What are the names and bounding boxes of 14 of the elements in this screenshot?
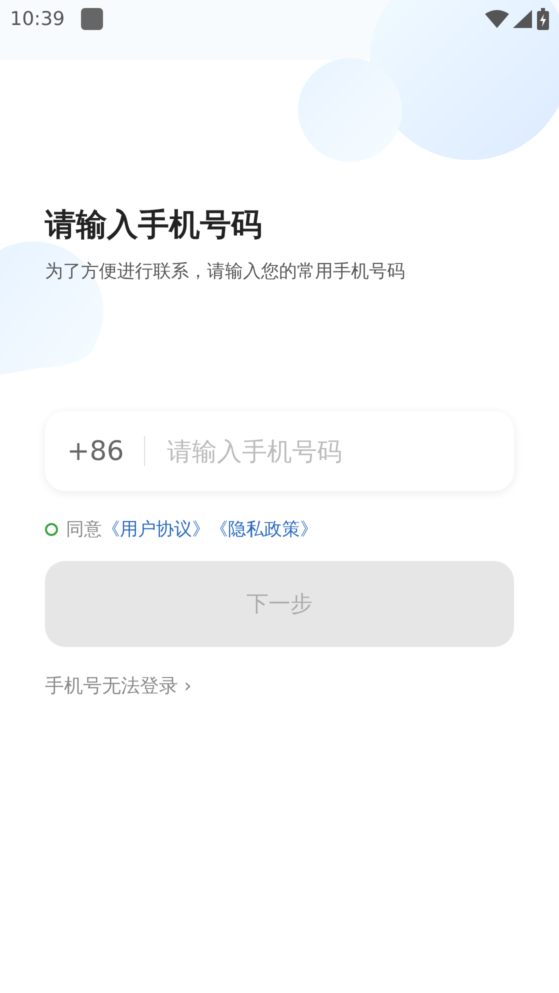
subtitle: 为了方便进行联系，请输入您的常用手机号码 (45, 260, 406, 284)
policy-link[interactable]: 《用户协议》 (102, 519, 210, 540)
policy-link[interactable]: 《隐私政策》 (210, 519, 318, 540)
wifi-icon (485, 9, 509, 29)
agreement-text: 同意《用户协议》《隐私政策》 (66, 518, 318, 541)
signal-icon (513, 9, 533, 29)
status-time: 10:39 (10, 8, 65, 30)
notification-icon (80, 8, 103, 30)
page-title: 请输入手机号码 (45, 206, 263, 245)
phone-input-field[interactable]: +86 请输入手机号码 (45, 411, 514, 491)
battery-icon (537, 8, 549, 30)
cannot-login-link[interactable]: 手机号无法登录 › (45, 673, 192, 699)
country-code[interactable]: +86 (67, 436, 124, 466)
agreement-checkbox[interactable] (45, 522, 58, 536)
